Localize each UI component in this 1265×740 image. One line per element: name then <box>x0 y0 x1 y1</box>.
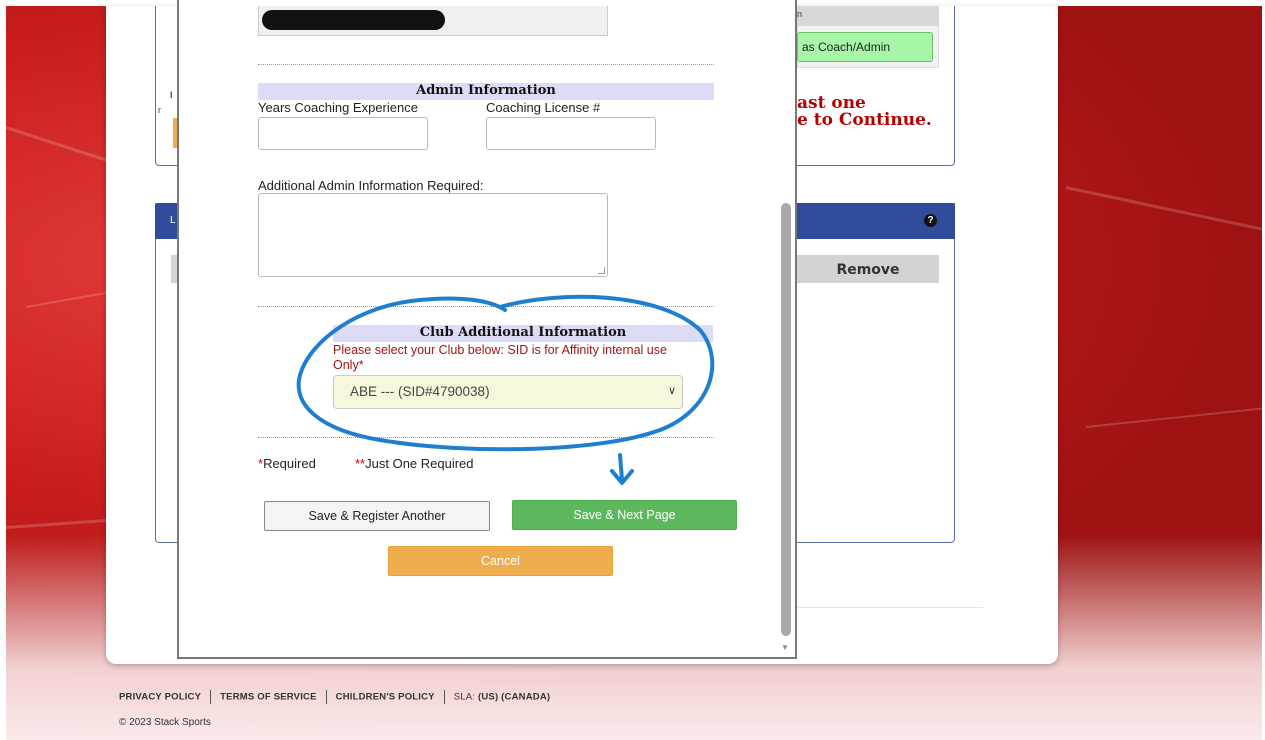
years-coaching-label: Years Coaching Experience <box>258 100 418 115</box>
divider <box>210 690 212 704</box>
club-select[interactable]: ABE --- (SID#4790038) ∨ <box>333 375 683 409</box>
left-stub-1: I <box>170 90 173 100</box>
redaction-mark <box>262 10 445 30</box>
section-divider <box>258 306 714 307</box>
divider <box>797 607 983 608</box>
save-next-page-button[interactable]: Save & Next Page <box>512 500 737 530</box>
additional-admin-label: Additional Admin Information Required: <box>258 178 484 193</box>
required-legend: *Required <box>258 456 316 471</box>
section-divider <box>258 437 714 438</box>
just-one-required-legend: **Just One Required <box>355 456 474 471</box>
chevron-down-icon: ∨ <box>667 385 676 397</box>
panel-header-gray: n <box>797 6 939 26</box>
register-as-coach-button[interactable]: as Coach/Admin <box>797 32 933 62</box>
coaching-license-input[interactable] <box>486 117 656 150</box>
section-divider <box>258 64 714 65</box>
terms-of-service-link[interactable]: TERMS OF SERVICE <box>220 692 316 703</box>
question-circle-icon[interactable]: ? <box>924 214 937 227</box>
club-select-value: ABE --- (SID#4790038) <box>350 384 490 399</box>
scroll-down-arrow-icon[interactable]: ▼ <box>781 643 789 652</box>
remove-column-header: Remove <box>797 255 939 283</box>
resize-handle-icon[interactable] <box>598 267 605 274</box>
childrens-policy-link[interactable]: CHILDREN'S POLICY <box>336 692 435 703</box>
coaching-license-label: Coaching License # <box>486 100 601 115</box>
modal-scrollbar[interactable] <box>781 203 791 636</box>
copyright-text: © 2023 Stack Sports <box>119 717 211 728</box>
save-register-another-button[interactable]: Save & Register Another <box>264 501 490 531</box>
warning-text-line2: e to Continue. <box>797 110 932 130</box>
divider <box>443 690 445 704</box>
sla-us-link[interactable]: (US) <box>478 692 498 703</box>
divider <box>325 690 327 704</box>
sla-label: SLA: <box>453 691 476 703</box>
list-panel-header-stub: L <box>170 215 176 226</box>
club-additional-information-heading: Club Additional Information <box>333 325 713 342</box>
sla-canada-link[interactable]: (CANADA) <box>501 692 550 703</box>
privacy-policy-link[interactable]: PRIVACY POLICY <box>119 692 201 703</box>
left-stub-2: r <box>158 105 161 115</box>
cancel-button[interactable]: Cancel <box>388 546 613 576</box>
footer-links: PRIVACY POLICY TERMS OF SERVICE CHILDREN'S… <box>119 690 550 704</box>
additional-admin-textarea[interactable] <box>258 193 608 277</box>
club-select-label: Please select your Club below: SID is fo… <box>333 343 667 372</box>
years-coaching-input[interactable] <box>258 117 428 150</box>
admin-information-heading: Admin Information <box>258 83 714 100</box>
